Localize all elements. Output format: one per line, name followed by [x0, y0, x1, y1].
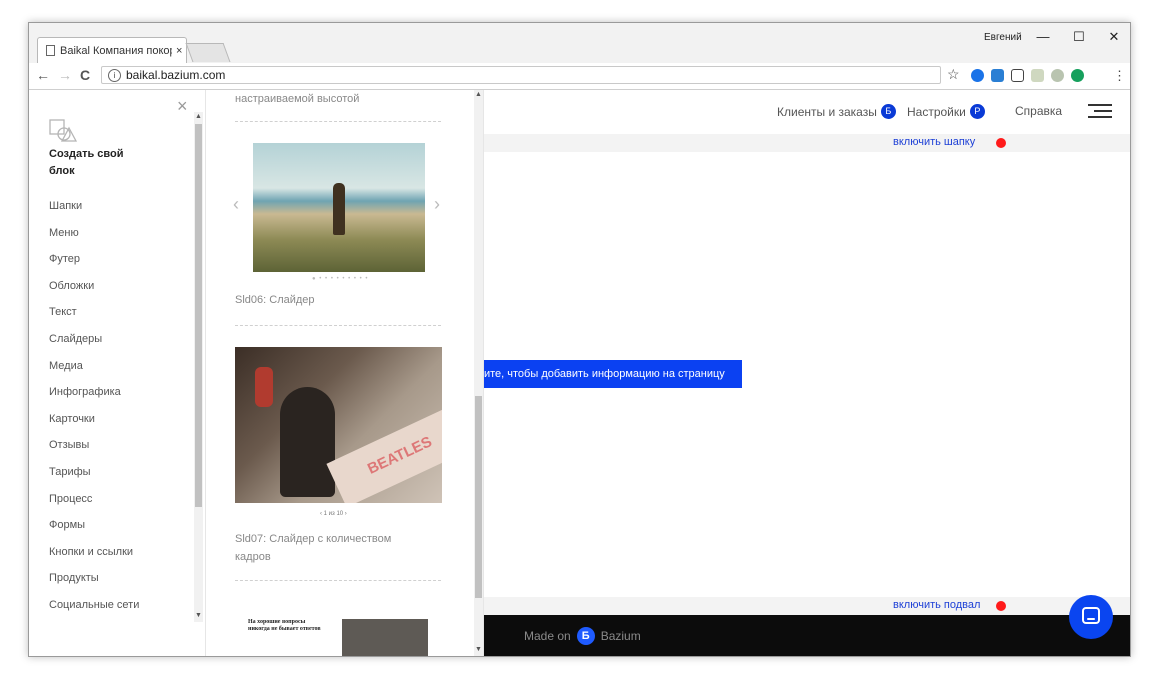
scroll-down-icon[interactable]: ▼ [475, 646, 482, 653]
category-item[interactable]: Отзывы [49, 439, 139, 466]
minimize-button[interactable]: — [1033, 29, 1053, 44]
reload-icon[interactable]: C [80, 67, 90, 83]
slider-dots: ● • • • • • • • • • [312, 276, 369, 282]
tab-title: Baikal Компания покорс [60, 44, 172, 57]
panel-title: Создать свой блок [49, 148, 124, 177]
category-item[interactable]: Социальные сети [49, 599, 139, 626]
category-item[interactable]: Кнопки и ссылки [49, 546, 139, 573]
forward-icon[interactable]: → [58, 67, 72, 83]
middle-scrollbar[interactable]: ▲ ▼ [474, 90, 483, 656]
browser-tab[interactable]: Baikal Компания покорс × [37, 37, 187, 63]
middle-scroll-thumb[interactable] [475, 396, 482, 598]
page-icon [46, 45, 55, 56]
made-on-bazium[interactable]: Made on Б Bazium [524, 627, 641, 645]
block-templates-panel: настраиваемой высотой ‹ › ● • • • • • • … [205, 90, 484, 656]
category-item[interactable]: Формы [49, 519, 139, 546]
new-tab-button[interactable] [185, 43, 231, 62]
slider-next-icon: › [434, 194, 440, 214]
chat-widget-button[interactable] [1069, 595, 1113, 639]
nav-clients[interactable]: Клиенты и заказы Б [777, 104, 896, 119]
title-bar: Baikal Компания покорс × Евгений — ☐ ✕ [29, 23, 1130, 63]
template-sld06-preview[interactable] [253, 143, 425, 272]
block-categories-panel: × Создать свой блок Шапки Меню Футер Обложк… [29, 90, 205, 656]
page-content: Клиенты и заказы Б Настройки Р Справка в… [29, 90, 1130, 656]
template-next-image-preview[interactable] [342, 619, 428, 656]
back-icon[interactable]: ← [36, 67, 50, 83]
left-scroll-thumb[interactable] [195, 124, 202, 507]
extension-blue-icon[interactable] [971, 69, 984, 82]
template-sld06-caption[interactable]: Sld06: Слайдер [235, 291, 415, 309]
extension-leaf-icon[interactable] [1051, 69, 1064, 82]
person-figure [333, 183, 345, 235]
extension-frame-icon[interactable] [1011, 69, 1024, 82]
bazium-logo-icon: Б [576, 627, 595, 645]
category-item[interactable]: Тарифы [49, 466, 139, 493]
category-item[interactable]: Меню [49, 227, 139, 254]
slider-prev-icon: ‹ [233, 194, 239, 214]
url-text: baikal.bazium.com [126, 68, 226, 82]
made-on-label: Made on [524, 629, 571, 643]
scroll-up-icon[interactable]: ▲ [475, 91, 482, 98]
close-panel-icon[interactable]: × [177, 96, 188, 117]
template-next-text-preview[interactable]: На хорошие вопросы никогда не бывает отв… [248, 619, 328, 656]
enable-header-link[interactable]: включить шапку [893, 136, 975, 148]
shapes-icon [49, 119, 77, 142]
slider-pager: ‹ 1 из 10 › [320, 511, 347, 517]
photo-detail [255, 367, 273, 407]
template-sld07-caption[interactable]: Sld07: Слайдер с количеством кадров [235, 530, 415, 566]
category-item[interactable]: Обложки [49, 280, 139, 307]
prev-template-caption: настраиваемой высотой [235, 93, 360, 105]
nav-settings-label: Настройки [907, 104, 966, 119]
info-icon[interactable]: i [108, 68, 121, 82]
chat-bubble-icon [1082, 607, 1100, 624]
enable-footer-link[interactable]: включить подвал [893, 599, 980, 611]
close-window-button[interactable]: ✕ [1104, 29, 1124, 45]
category-item[interactable]: Медиа [49, 360, 139, 387]
photo-newspaper: BEATLES [326, 404, 442, 503]
category-item[interactable]: Футер [49, 253, 139, 280]
photo-person [280, 387, 335, 497]
settings-badge: Р [969, 104, 985, 119]
nav-help[interactable]: Справка [1015, 104, 1062, 118]
extension-screenshot-icon[interactable] [991, 69, 1004, 82]
tab-close-button[interactable]: × [176, 45, 182, 57]
nav-settings[interactable]: Настройки Р [907, 104, 985, 119]
divider [235, 325, 441, 326]
category-item[interactable]: Слайдеры [49, 333, 139, 360]
menu-icon[interactable]: ⋮ [1113, 68, 1126, 84]
bazium-brand: Bazium [600, 629, 641, 643]
extension-grey-icon[interactable] [1031, 69, 1044, 82]
divider [235, 121, 441, 122]
footer-status-dot [996, 601, 1006, 611]
browser-window: Baikal Компания покорс × Евгений — ☐ ✕ ←… [28, 22, 1131, 657]
hamburger-menu-icon[interactable] [1088, 104, 1112, 122]
template-next-headline: На хорошие вопросы никогда не бывает отв… [248, 619, 321, 632]
left-scrollbar[interactable]: ▲ ▼ [194, 112, 203, 622]
header-status-dot [996, 138, 1006, 148]
scroll-down-icon[interactable]: ▼ [195, 612, 202, 619]
extension-green-icon[interactable] [1071, 69, 1084, 82]
clients-badge: Б [880, 104, 896, 119]
bookmark-star-icon[interactable]: ☆ [947, 66, 960, 83]
category-item[interactable]: Инфографика [49, 386, 139, 413]
maximize-button[interactable]: ☐ [1069, 29, 1089, 45]
url-input[interactable]: i baikal.bazium.com [101, 66, 941, 84]
scroll-up-icon[interactable]: ▲ [195, 113, 202, 120]
address-bar: ← → C i baikal.bazium.com ☆ ⋮ [29, 63, 1130, 90]
category-item[interactable]: Текст [49, 306, 139, 333]
nav-clients-label: Клиенты и заказы [777, 104, 877, 119]
template-sld07-preview[interactable]: BEATLES [235, 347, 442, 503]
category-item[interactable]: Шапки [49, 200, 139, 227]
category-item[interactable]: Продукты [49, 572, 139, 599]
profile-name[interactable]: Евгений [984, 32, 1022, 43]
category-item[interactable]: Процесс [49, 493, 139, 520]
category-item[interactable]: Карточки [49, 413, 139, 440]
divider [235, 580, 441, 581]
category-list: Шапки Меню Футер Обложки Текст Слайдеры Медиа И… [49, 200, 139, 626]
